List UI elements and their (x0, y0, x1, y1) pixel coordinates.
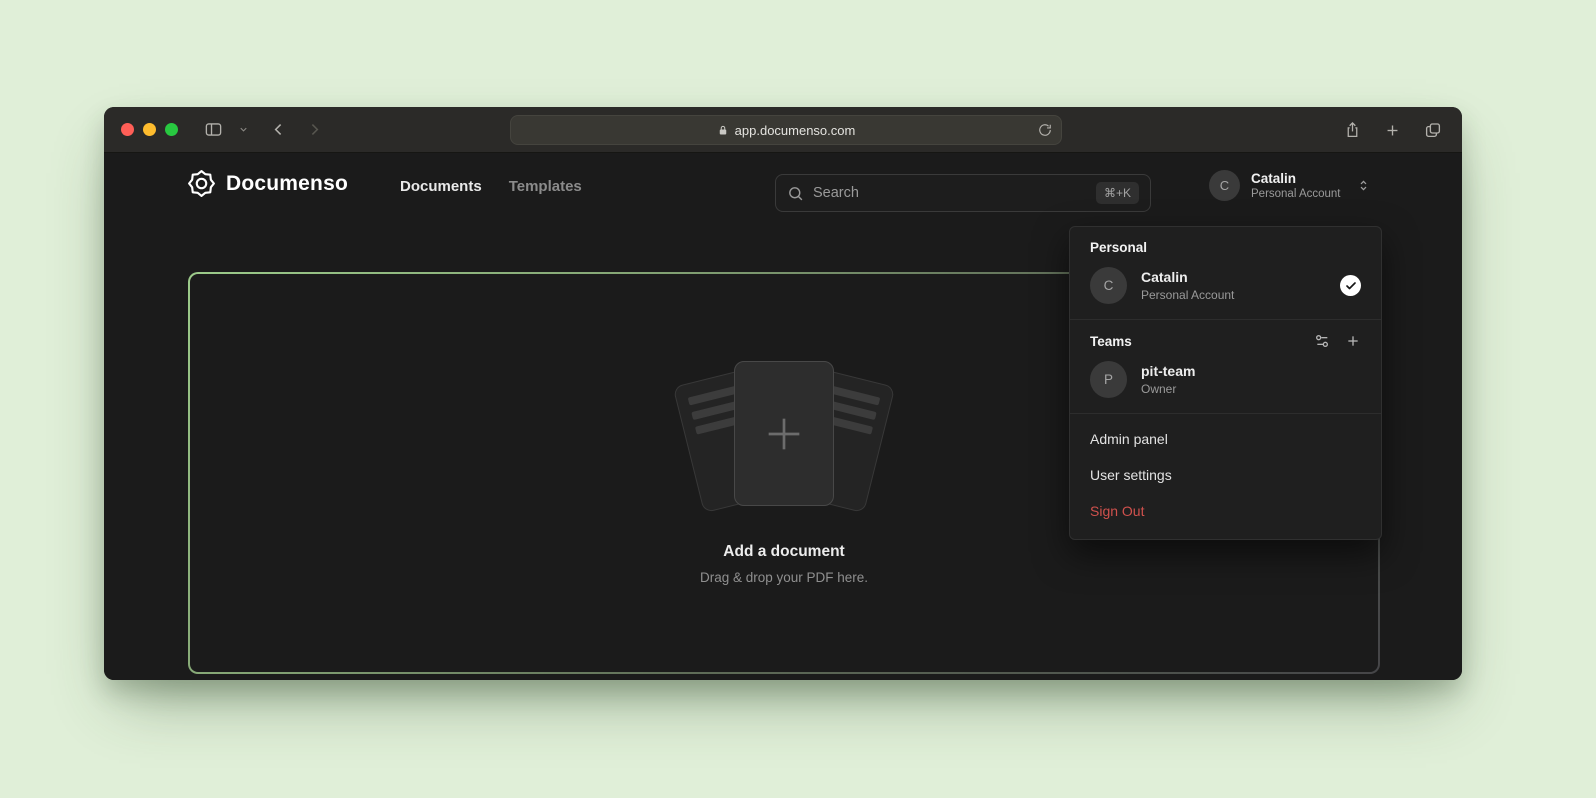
account-subtitle: Personal Account (1251, 188, 1341, 200)
personal-account-name: Catalin (1141, 269, 1234, 285)
brand-name: Documenso (226, 172, 348, 196)
page-content: Documenso Documents Templates ⌘+K C Cata… (104, 154, 1462, 680)
browser-toolbar: app.documenso.com (104, 107, 1462, 153)
brand[interactable]: Documenso (188, 170, 348, 197)
documenso-logo (188, 170, 215, 197)
personal-section-label: Personal (1090, 240, 1361, 255)
menu-item-sign-out[interactable]: Sign Out (1070, 493, 1381, 529)
team-row[interactable]: P pit-team Owner (1090, 361, 1361, 398)
sidebar-icon[interactable] (204, 120, 223, 139)
avatar: C (1090, 267, 1127, 304)
search-box[interactable]: ⌘+K (775, 174, 1151, 212)
address-bar[interactable]: app.documenso.com (510, 115, 1062, 145)
main-nav: Documents Templates (400, 154, 582, 218)
traffic-lights (121, 123, 178, 136)
zoom-button[interactable] (165, 123, 178, 136)
add-team-icon[interactable] (1345, 333, 1361, 349)
lock-icon (717, 124, 729, 137)
close-button[interactable] (121, 123, 134, 136)
menu-item-user-settings[interactable]: User settings (1070, 457, 1381, 493)
card-front (734, 361, 834, 506)
account-name: Catalin (1251, 171, 1341, 186)
dropzone-subtitle: Drag & drop your PDF here. (700, 570, 868, 585)
search-input[interactable] (813, 185, 1087, 201)
browser-window: app.documenso.com (104, 107, 1462, 680)
share-icon[interactable] (1344, 121, 1361, 139)
reload-icon[interactable] (1038, 123, 1052, 137)
tabs-icon[interactable] (1424, 121, 1442, 139)
teams-section-label: Teams (1090, 334, 1132, 349)
check-circle-icon (1340, 275, 1361, 296)
team-settings-icon[interactable] (1314, 333, 1330, 349)
minimize-button[interactable] (143, 123, 156, 136)
nav-documents[interactable]: Documents (400, 178, 482, 195)
back-icon[interactable] (270, 121, 287, 138)
dropzone-title: Add a document (723, 543, 844, 561)
team-name: pit-team (1141, 363, 1195, 379)
menu-item-admin-panel[interactable]: Admin panel (1070, 421, 1381, 457)
avatar: C (1209, 170, 1240, 201)
team-role: Owner (1141, 382, 1195, 396)
avatar: P (1090, 361, 1127, 398)
account-menu-button[interactable]: C Catalin Personal Account (1209, 170, 1371, 201)
plus-icon (761, 411, 807, 457)
personal-account-row[interactable]: C Catalin Personal Account (1090, 267, 1361, 304)
search-icon (787, 185, 804, 202)
chevron-down-icon[interactable] (238, 124, 249, 135)
personal-account-subtitle: Personal Account (1141, 288, 1234, 302)
search-shortcut-badge: ⌘+K (1096, 182, 1139, 204)
chevrons-up-down-icon (1356, 178, 1371, 193)
new-tab-icon[interactable] (1384, 122, 1401, 139)
url-text: app.documenso.com (735, 123, 856, 138)
document-cards-illustration (671, 361, 897, 519)
nav-templates[interactable]: Templates (509, 178, 582, 195)
forward-icon[interactable] (306, 121, 323, 138)
account-dropdown: Personal C Catalin Personal Account Team… (1069, 226, 1382, 540)
